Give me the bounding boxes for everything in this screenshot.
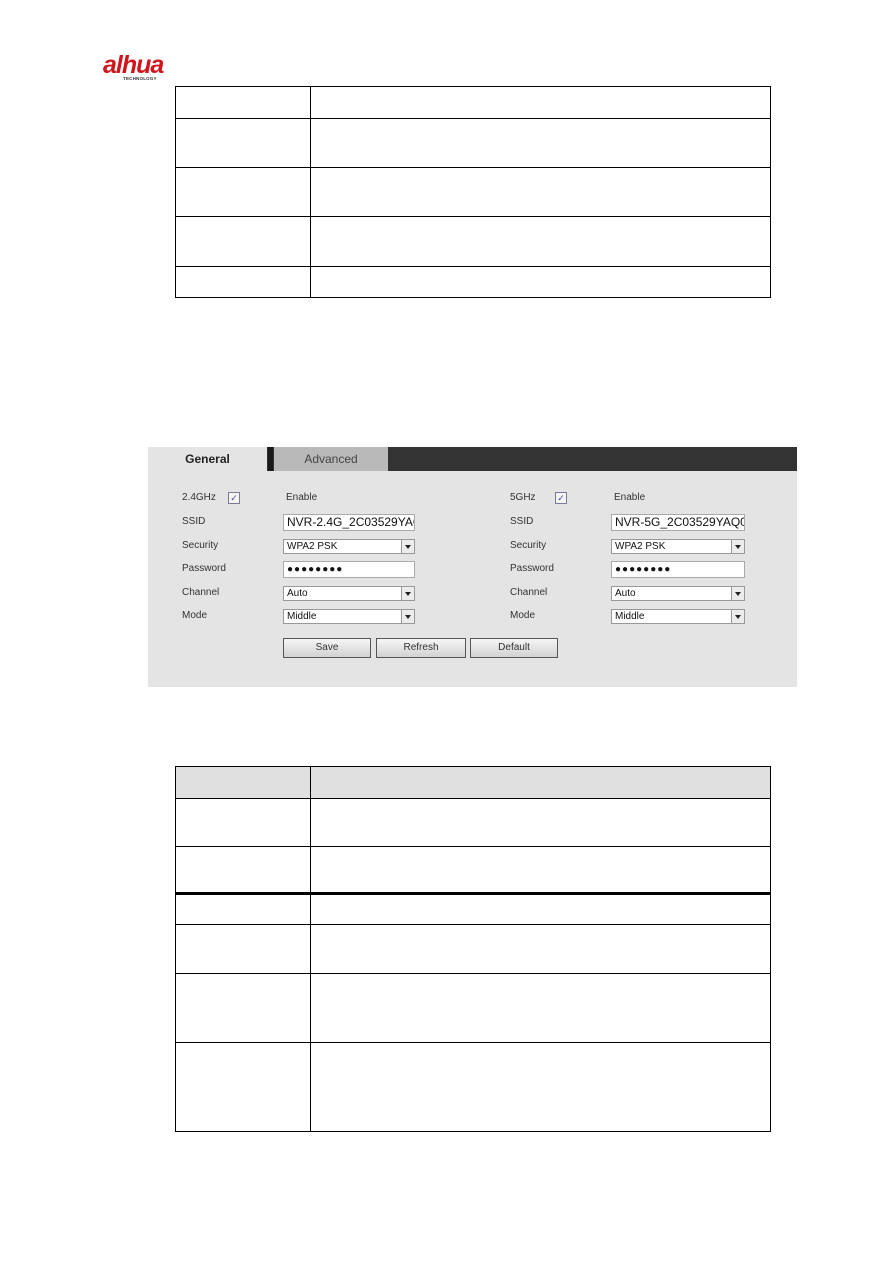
band-24-channel-select[interactable]: Auto	[283, 586, 415, 601]
table-row	[175, 86, 771, 119]
tab-bar: General Advanced	[148, 447, 797, 471]
table-cell	[310, 216, 771, 267]
table-cell	[175, 216, 311, 267]
band-5-security-label: Security	[510, 540, 547, 551]
tab-divider	[268, 447, 273, 471]
chevron-down-icon[interactable]	[731, 540, 744, 553]
table-row	[175, 892, 771, 925]
table-cell	[175, 266, 311, 298]
table-cell	[175, 1042, 311, 1132]
table-cell	[310, 167, 771, 217]
band-5-mode-label: Mode	[510, 610, 536, 621]
table-cell	[175, 86, 311, 119]
refresh-button[interactable]: Refresh	[376, 638, 466, 658]
band-24-enable-checkbox[interactable]: ✓	[228, 492, 240, 504]
table-cell	[310, 892, 771, 925]
tab-general[interactable]: General	[148, 447, 273, 471]
table-row	[175, 167, 771, 217]
parameter-table-1	[175, 86, 771, 298]
band-5-security-select[interactable]: WPA2 PSK	[611, 539, 745, 554]
chevron-down-icon[interactable]	[401, 540, 414, 553]
band-5-password-label: Password	[510, 563, 554, 574]
band-24-ssid-input[interactable]: NVR-2.4G_2C03529YAQ00	[283, 514, 415, 531]
table-row	[175, 973, 771, 1043]
band-5-enable-label: Enable	[614, 492, 646, 503]
tab-advanced-label: Advanced	[304, 452, 358, 466]
table-header-cell	[175, 766, 311, 799]
band-5-security-value: WPA2 PSK	[615, 541, 666, 552]
chevron-down-icon[interactable]	[401, 587, 414, 600]
band-24-ssid-label: SSID	[182, 516, 206, 527]
band-5-mode-select[interactable]: Middle	[611, 609, 745, 624]
band-5-mode-value: Middle	[615, 611, 645, 622]
default-button[interactable]: Default	[470, 638, 558, 658]
band-24-password-label: Password	[182, 563, 226, 574]
band-24-enable-label: Enable	[286, 492, 318, 503]
wifi-settings-panel: General Advanced 2.4GHz ✓ Enable SSID NV…	[148, 447, 797, 687]
band-24-password-input[interactable]: ●●●●●●●●	[283, 561, 415, 578]
table-cell	[175, 118, 311, 168]
table-cell	[175, 167, 311, 217]
band-5-password-input[interactable]: ●●●●●●●●	[611, 561, 745, 578]
brand-tagline: TECHNOLOGY	[123, 76, 157, 81]
band-5-ssid-input[interactable]: NVR-5G_2C03529YAQ000	[611, 514, 745, 531]
table-cell	[310, 924, 771, 974]
checkmark-icon: ✓	[230, 493, 238, 503]
table-cell	[175, 846, 311, 894]
table-cell	[310, 1042, 771, 1132]
table-cell	[310, 973, 771, 1043]
band-24-mode-label: Mode	[182, 610, 208, 621]
band-5-channel-value: Auto	[615, 588, 636, 599]
band-24-channel-value: Auto	[287, 588, 308, 599]
table-header-row	[175, 766, 771, 799]
table-row	[175, 1042, 771, 1132]
table-row	[175, 216, 771, 267]
band-5-channel-label: Channel	[510, 587, 548, 598]
tab-general-label: General	[185, 452, 230, 466]
table-row	[175, 118, 771, 168]
band-5-ssid-label: SSID	[510, 516, 534, 527]
table-row	[175, 846, 771, 894]
band-24-mode-select[interactable]: Middle	[283, 609, 415, 624]
chevron-down-icon[interactable]	[731, 587, 744, 600]
chevron-down-icon[interactable]	[401, 610, 414, 623]
band-24-security-label: Security	[182, 540, 219, 551]
band-24-mode-value: Middle	[287, 611, 317, 622]
band-5-label: 5GHz	[510, 492, 536, 503]
table-row	[175, 798, 771, 847]
table-cell	[310, 266, 771, 298]
table-cell	[310, 118, 771, 168]
band-24-label: 2.4GHz	[182, 492, 216, 503]
parameter-table-2	[175, 766, 771, 1132]
table-cell	[175, 798, 311, 847]
dahua-logo: alhua TECHNOLOGY	[103, 52, 193, 82]
save-button[interactable]: Save	[283, 638, 371, 658]
chevron-down-icon[interactable]	[731, 610, 744, 623]
table-row	[175, 924, 771, 974]
band-24-security-select[interactable]: WPA2 PSK	[283, 539, 415, 554]
table-cell	[310, 86, 771, 119]
table-header-cell	[310, 766, 771, 799]
table-cell	[310, 846, 771, 894]
table-cell	[175, 892, 311, 925]
table-cell	[310, 798, 771, 847]
checkmark-icon: ✓	[557, 493, 565, 503]
band-5-enable-checkbox[interactable]: ✓	[555, 492, 567, 504]
band-24-channel-label: Channel	[182, 587, 220, 598]
brand-name: alhua	[103, 51, 164, 79]
band-5-channel-select[interactable]: Auto	[611, 586, 745, 601]
tab-advanced[interactable]: Advanced	[274, 447, 388, 471]
table-cell	[175, 973, 311, 1043]
table-cell	[175, 924, 311, 974]
band-24-security-value: WPA2 PSK	[287, 541, 338, 552]
table-row	[175, 266, 771, 298]
